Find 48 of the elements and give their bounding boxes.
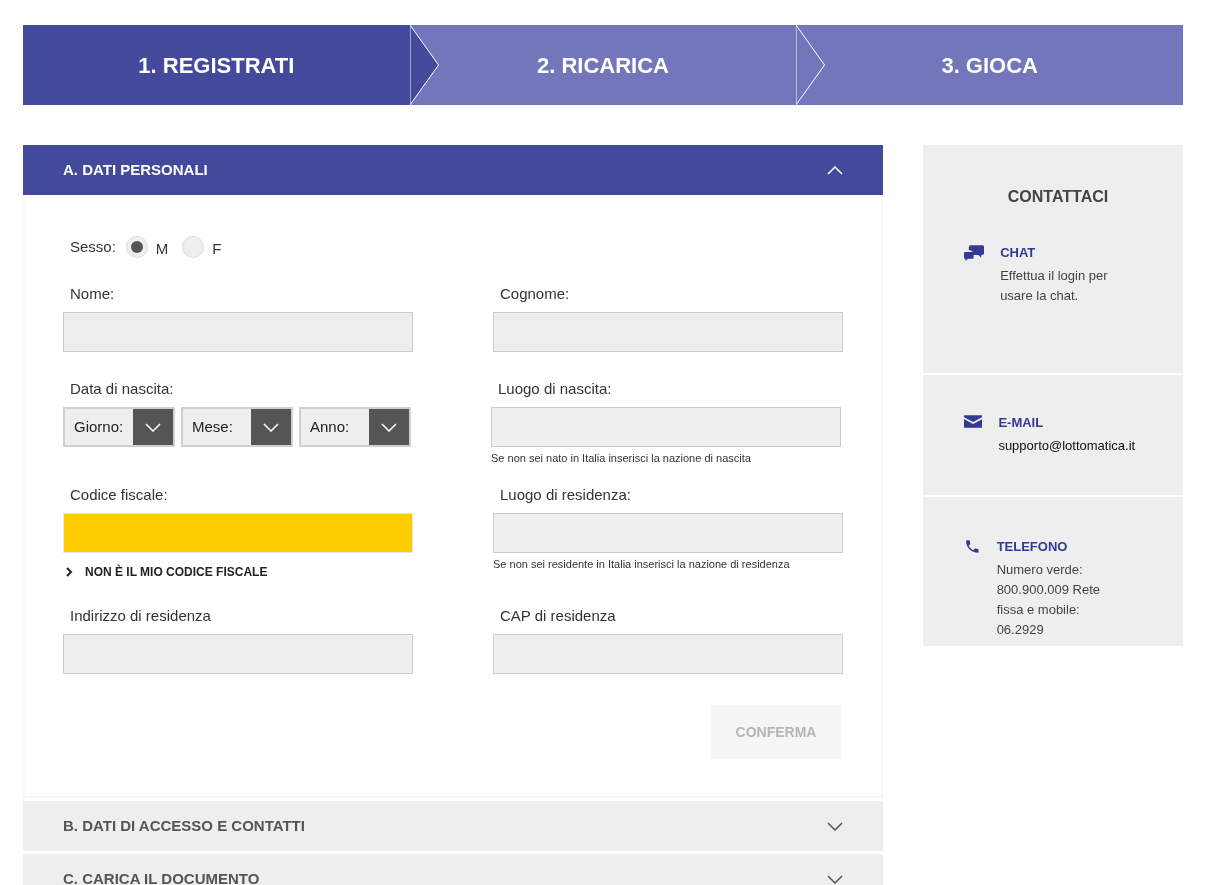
chevron-right-icon: [66, 567, 73, 577]
text-input[interactable]: [491, 407, 841, 447]
chevron-down-icon: [145, 422, 161, 432]
dropdown-select[interactable]: Mese:: [181, 407, 293, 447]
text-input[interactable]: [493, 312, 843, 352]
field-label: Cognome:: [499, 285, 571, 303]
envelope-icon: [964, 415, 983, 428]
contact-title: CHAT: [1000, 244, 1037, 262]
chevron-down-icon: [827, 821, 843, 831]
field-label: CAP di residenza: [499, 607, 617, 625]
contact-title: E-MAIL: [998, 414, 1045, 432]
step-arrow-icon: [409, 25, 439, 105]
radio-label: F: [212, 238, 222, 259]
contact-text: Numero verde: 800.900.009 Rete fissa e mobile: 06.2929: [996, 560, 1101, 639]
text-input[interactable]: [63, 312, 413, 352]
field-label: Luogo di nascita:: [497, 380, 613, 398]
dropdown-select[interactable]: Giorno:: [63, 407, 175, 447]
contacts-title: CONTATTACI: [1006, 187, 1110, 207]
field-label: Indirizzo di residenza: [69, 607, 212, 625]
chevron-up-icon: [827, 165, 843, 175]
contact-text: supporto@lottomatica.it: [998, 436, 1137, 455]
text-input[interactable]: [493, 513, 843, 553]
hint-text: Se non sei nato in Italia inserisci la nazione di nascita: [491, 452, 752, 465]
contact-text: Effettua il login per usare la chat.: [1000, 266, 1109, 305]
chevron-down-icon: [381, 422, 397, 432]
hint-text: Se non sei residente in Italia inserisci la nazione di residenza: [493, 558, 791, 571]
field-label: Data di nascita:: [69, 380, 175, 398]
radio-button[interactable]: [182, 236, 205, 258]
radio-label: M: [155, 238, 169, 259]
step-arrow-icon: [796, 25, 826, 105]
chevron-down-icon: [827, 874, 843, 884]
chevron-down-icon: [263, 422, 279, 432]
radio-button[interactable]: [125, 236, 148, 258]
field-label: Sesso:: [70, 236, 116, 257]
text-input[interactable]: [493, 634, 843, 674]
section-header[interactable]: B. DATI DI ACCESSO E CONTATTI: [23, 801, 883, 851]
text-input[interactable]: [63, 634, 413, 674]
field-label: Luogo di residenza:: [499, 486, 632, 504]
section-header[interactable]: C. CARICA IL DOCUMENTO: [23, 854, 883, 885]
dropdown-select[interactable]: Anno:: [299, 407, 411, 447]
field-label: Nome:: [69, 285, 116, 303]
text-input[interactable]: [63, 513, 413, 553]
phone-icon: [964, 538, 981, 555]
chat-bubbles-icon: [964, 244, 985, 262]
section-header[interactable]: A. DATI PERSONALI: [23, 145, 883, 195]
not-my-code-link[interactable]: NON È IL MIO CODICE FISCALE: [63, 563, 413, 581]
contact-title: TELEFONO: [996, 538, 1069, 556]
field-label: Codice fiscale:: [69, 486, 169, 504]
